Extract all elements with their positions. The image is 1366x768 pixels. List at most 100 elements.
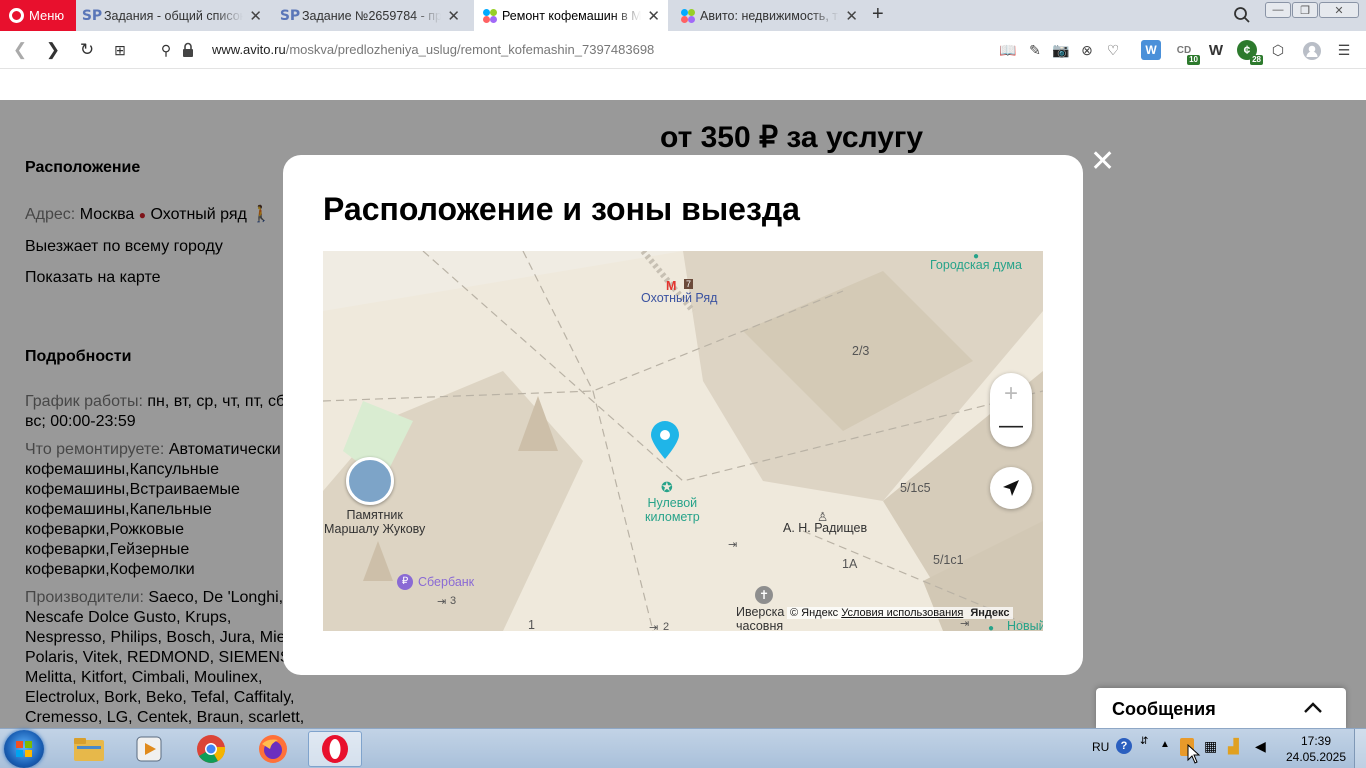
map-label-metro[interactable]: Охотный Ряд (641, 291, 717, 305)
new-tab-button[interactable]: + (872, 3, 884, 26)
input-options-icon[interactable]: ⇵ (1140, 736, 1148, 747)
network-signal-icon[interactable]: ▟ (1228, 738, 1239, 755)
url-field[interactable]: www.avito.ru/moskva/predlozheniya_uslug/… (212, 42, 654, 57)
poi-marker-icon: ● (988, 623, 995, 631)
snapshot-camera-icon[interactable]: 📷 (1052, 41, 1070, 59)
map-label-monument-2: Маршалу Жукову (324, 522, 426, 536)
taskbar-opera[interactable] (308, 731, 362, 767)
map-label-radishev[interactable]: А. Н. Радищев (783, 521, 867, 535)
tab-close-icon[interactable]: ✕ (249, 7, 262, 25)
map-copyright: © Яндекс (790, 607, 839, 619)
forward-button[interactable]: ❯ (43, 40, 63, 60)
entrance-icon: ⇥ (649, 622, 659, 631)
easy-setup-icon[interactable]: ☰ (1335, 41, 1353, 59)
zoom-in-button[interactable]: + (1004, 382, 1018, 406)
opera-logo-icon (9, 8, 24, 23)
speed-dial-grid-icon[interactable]: ⊞ (110, 40, 130, 60)
avito-favicon-icon (482, 8, 498, 24)
geolocate-button[interactable] (990, 467, 1032, 509)
extension-wiki-icon[interactable]: W (1206, 40, 1226, 60)
modal-close-button[interactable]: ✕ (1090, 147, 1115, 177)
firefox-icon (259, 735, 287, 763)
tab-bar: Меню SP Задания - общий список з ✕ SP За… (0, 0, 1366, 31)
taskbar-explorer[interactable] (62, 731, 116, 767)
map-label-iverskaya-2: часовня (736, 619, 784, 631)
clock-time: 17:39 (1300, 734, 1332, 748)
map-label-building: 1А (842, 557, 858, 571)
tab-title: Ремонт кофемашин в Мос (502, 8, 642, 23)
tab-close-icon[interactable]: ✕ (447, 7, 460, 25)
tab-task-2659784[interactable]: SP Задание №2659784 - прос ✕ (274, 0, 468, 31)
monument-photo-icon[interactable] (346, 457, 394, 505)
lock-icon[interactable] (178, 40, 198, 60)
map-label-entrance: 3 (450, 595, 457, 607)
yandex-map[interactable]: M 7 Охотный Ряд ● Городская дума 2/3 ✪ Н… (323, 251, 1043, 631)
map-attribution: © Яндекс Условия использования Яндекс (787, 607, 1013, 619)
tab-close-icon[interactable]: ✕ (647, 7, 660, 25)
tray-expand-icon[interactable]: ▲ (1160, 739, 1170, 750)
help-icon[interactable]: ? (1116, 738, 1132, 754)
url-path: /moskva/predlozheniya_uslug/remont_kofem… (285, 42, 655, 57)
extension-w-icon[interactable]: W (1141, 40, 1161, 60)
modal-title: Расположение и зоны выезда (323, 191, 800, 227)
yandex-logo[interactable]: Яндекс (970, 607, 1009, 619)
share-icon[interactable]: ✎ (1026, 41, 1044, 59)
volume-icon[interactable]: ◀ (1255, 738, 1266, 755)
tab-coffee-repair[interactable]: Ремонт кофемашин в Мос ✕ (474, 0, 668, 31)
show-desktop-button[interactable] (1354, 729, 1366, 768)
tab-tasks-list[interactable]: SP Задания - общий список з ✕ (76, 0, 270, 31)
adblock-icon[interactable]: ⊗ (1078, 41, 1096, 59)
map-label-iverskaya-1: Иверска (736, 605, 785, 619)
tab-close-icon[interactable]: ✕ (845, 7, 858, 25)
tray-device-icon[interactable]: ▦ (1204, 738, 1217, 755)
extension-green-icon[interactable]: ¢ 28 (1237, 40, 1263, 65)
metro-line-badge: 7 (684, 279, 694, 289)
minimize-button[interactable]: — (1265, 2, 1291, 18)
taskbar-chrome[interactable] (184, 731, 238, 767)
opera-menu-button[interactable]: Меню (0, 0, 76, 31)
tab-title: Задания - общий список з (104, 8, 244, 23)
extension-badge: 10 (1187, 55, 1200, 65)
messages-widget[interactable]: Сообщения (1096, 688, 1346, 730)
zoom-out-button[interactable]: — (999, 414, 1023, 438)
map-label-building: 2/3 (852, 344, 870, 358)
zoom-control: + — (990, 373, 1032, 447)
mouse-cursor-icon (1187, 744, 1201, 764)
map-label-sber[interactable]: Сбербанк (418, 575, 474, 589)
profile-avatar-icon[interactable] (1302, 41, 1322, 61)
chapel-cross-icon: ✝ (755, 586, 773, 604)
reader-mode-icon[interactable]: 📖 (999, 41, 1017, 59)
bookmark-heart-icon[interactable]: ♡ (1104, 41, 1122, 59)
reload-button[interactable]: ↻ (77, 40, 97, 60)
taskbar-firefox[interactable] (246, 731, 300, 767)
sp-favicon-icon: SP (279, 7, 301, 24)
tab-title: Задание №2659784 - прос (302, 8, 442, 23)
extensions-cube-icon[interactable]: ⬡ (1269, 41, 1287, 59)
map-label-monument[interactable]: Памятник Маршалу Жукову (324, 508, 425, 536)
location-pin-icon[interactable] (649, 421, 681, 461)
chevron-up-icon[interactable] (1302, 697, 1324, 719)
map-label-duma[interactable]: Городская дума (930, 258, 1022, 272)
language-indicator[interactable]: RU (1092, 740, 1109, 754)
map-label-zero-km[interactable]: Нулевой километр (645, 496, 700, 524)
extension-badge: 28 (1250, 55, 1263, 65)
tab-avito-home[interactable]: Авито: недвижимость, тра ✕ (672, 0, 866, 31)
map-terms-link[interactable]: Условия использования (841, 607, 963, 619)
tab-search-icon[interactable] (1233, 6, 1251, 24)
navigation-arrow-icon (1003, 480, 1019, 496)
taskbar-media-player[interactable] (122, 731, 176, 767)
close-window-button[interactable]: ✕ (1319, 2, 1359, 18)
map-label-novy[interactable]: Новый (1007, 619, 1043, 631)
maximize-button[interactable]: ❐ (1292, 2, 1318, 18)
location-pin-icon[interactable]: ⚲ (156, 40, 176, 60)
entrance-icon: ⇥ (437, 596, 447, 608)
start-button[interactable] (4, 730, 44, 768)
opera-icon (322, 735, 348, 763)
messages-label: Сообщения (1112, 698, 1216, 719)
map-background (323, 251, 1043, 631)
clock[interactable]: 17:39 24.05.2025 (1280, 733, 1352, 765)
map-label-zero-km-2: километр (645, 510, 700, 524)
back-button[interactable]: ❮ (10, 40, 30, 60)
map-label-iverskaya[interactable]: Иверска часовня (736, 605, 784, 631)
extension-cd-icon[interactable]: CD 10 (1174, 40, 1200, 65)
